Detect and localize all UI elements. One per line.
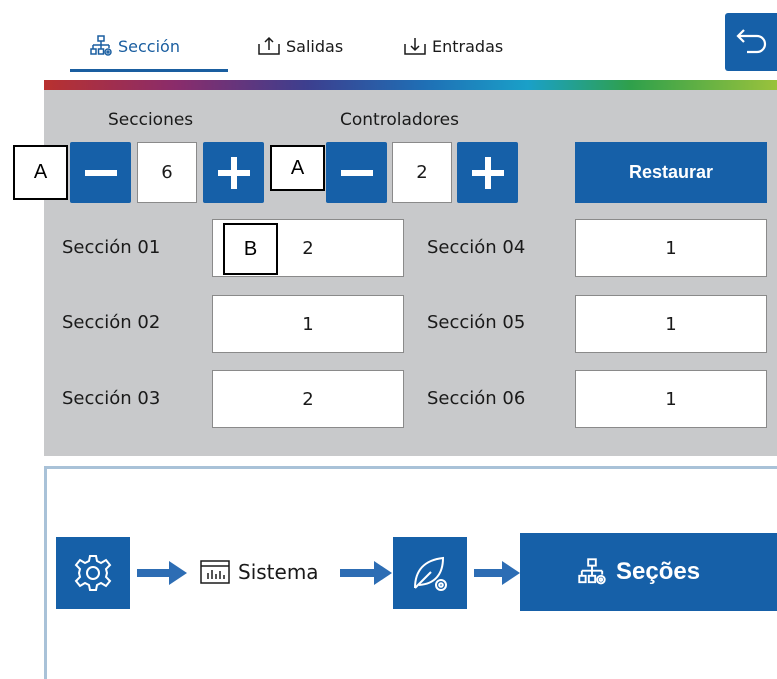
secciones-label: Secciones: [108, 110, 194, 130]
back-arrow-icon: [736, 29, 767, 54]
tab-salidas-label: Salidas: [286, 36, 344, 56]
secciones-increment-button[interactable]: [203, 142, 264, 203]
system-chart-icon: [200, 560, 230, 584]
callout-b-section: B: [223, 223, 278, 275]
section-label-03: Sección 03: [62, 388, 161, 409]
section-label-06: Sección 06: [427, 388, 526, 409]
leaf-gear-icon: [414, 556, 447, 591]
path-arrow-icon: [340, 561, 392, 585]
gear-icon: [74, 555, 112, 591]
minus-icon: [84, 169, 117, 176]
tab-seccion-label: Sección: [118, 36, 180, 56]
download-icon: [404, 38, 426, 55]
settings-button[interactable]: [56, 537, 130, 609]
secciones-value: 6: [137, 142, 197, 203]
tab-bar: Sección Salidas Entradas: [0, 0, 777, 82]
plus-icon: [471, 156, 504, 189]
section-label-05: Sección 05: [427, 312, 526, 333]
controladores-label: Controladores: [340, 110, 459, 130]
section-tree-icon: [578, 558, 606, 585]
section-input-06[interactable]: 1: [575, 370, 767, 428]
sistema-label: Sistema: [238, 560, 319, 584]
secciones-decrement-button[interactable]: [70, 142, 131, 203]
section-label-01: Sección 01: [62, 237, 161, 258]
minus-icon: [340, 169, 373, 176]
section-input-04[interactable]: 1: [575, 219, 767, 277]
restaurar-button[interactable]: Restaurar: [575, 142, 767, 203]
section-input-02[interactable]: 1: [212, 295, 404, 353]
callout-a-controladores: A: [270, 145, 325, 191]
sistema-breadcrumb[interactable]: Sistema: [200, 560, 319, 584]
section-label-04: Sección 04: [427, 237, 526, 258]
controladores-decrement-button[interactable]: [326, 142, 387, 203]
plus-icon: [217, 156, 250, 189]
path-arrow-icon: [474, 561, 522, 585]
upload-icon: [258, 36, 280, 55]
brand-color-strip: [44, 80, 777, 90]
path-arrow-icon: [137, 561, 187, 585]
section-input-05[interactable]: 1: [575, 295, 767, 353]
secoes-label: Seções: [616, 558, 701, 585]
back-button[interactable]: [725, 13, 777, 71]
tab-salidas[interactable]: Salidas: [258, 28, 343, 64]
section-tree-icon: [90, 35, 112, 56]
tab-entradas[interactable]: Entradas: [404, 28, 503, 64]
section-input-03[interactable]: 2: [212, 370, 404, 428]
section-label-02: Sección 02: [62, 312, 161, 333]
tab-seccion[interactable]: Sección: [90, 28, 180, 64]
tab-entradas-label: Entradas: [432, 36, 504, 56]
controladores-increment-button[interactable]: [457, 142, 518, 203]
secoes-button[interactable]: Seções: [520, 533, 777, 611]
callout-a-secciones: A: [13, 145, 68, 200]
implement-settings-button[interactable]: [393, 537, 467, 609]
active-tab-indicator: [70, 69, 228, 72]
controladores-value: 2: [392, 142, 452, 203]
